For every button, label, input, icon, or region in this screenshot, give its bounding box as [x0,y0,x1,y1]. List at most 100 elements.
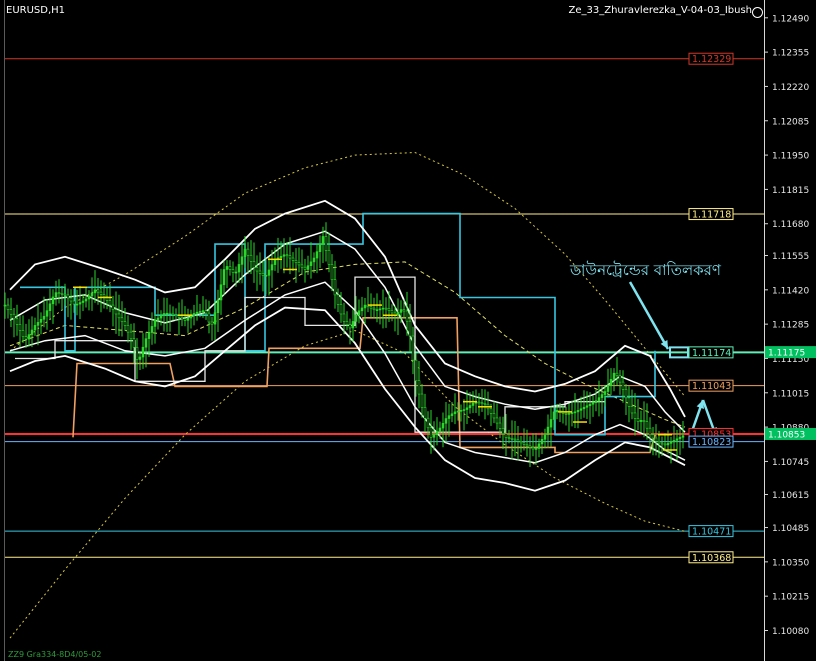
candle-body [141,346,145,358]
candle-body [519,441,523,444]
price-chart[interactable]: 1.12329 1.11718 1.11174 1.11043 1.10853 1.108… [0,0,816,661]
annotation-text: ডাউনট্রেন্ডের বাতিলকরণ [570,261,721,279]
candle-body [69,297,73,302]
candle-body [669,441,673,444]
candle-body [180,316,184,320]
candle-body [600,394,604,398]
candle-body [198,311,202,313]
candle-body [438,427,442,432]
candle-body [159,315,163,319]
band-lines [9,199,686,492]
candle-body [423,407,427,419]
level-labels: 1.123291.117181.111741.110431.108531.108… [688,52,734,564]
candle-body [222,269,226,286]
candle-body [606,385,610,392]
candle-body [384,307,388,310]
candle-body [678,436,682,440]
candle-body [681,435,685,438]
candle-body [417,380,421,395]
candle-body [537,443,541,449]
axis-tick-label: 1.11555 [772,252,809,262]
candle-body [516,439,520,442]
candle-body [15,318,19,325]
candle-body [231,269,235,273]
candle-body [291,257,295,261]
candle-body [375,309,379,311]
axis-tick-label: 1.11815 [772,186,809,196]
candle-body [72,300,76,305]
candle-body [360,307,364,312]
candle-body [672,440,676,443]
candle-body [351,321,355,329]
candle-body [333,279,337,296]
candle-body [138,356,142,360]
candle-body [324,236,328,251]
plot-area[interactable]: 1.123291.117181.111741.110431.108531.108… [3,0,765,661]
candle-body [429,427,433,438]
candle-body [303,266,307,270]
candle-body [501,428,505,435]
candle-body [624,388,628,399]
candle-body [447,415,451,419]
candle-body [219,284,223,301]
candle-body [42,315,46,320]
candle-body [63,293,67,296]
smiley-icon [752,7,763,18]
candle-body [543,434,547,440]
candle-body [450,413,454,416]
axis-tick-label: 1.12220 [772,83,809,93]
axis-tick-label: 1.11015 [772,389,809,399]
axis-tick-label: 1.12490 [772,14,809,24]
candle-body [144,338,148,348]
candle-body [33,325,37,331]
candle-body [546,426,550,436]
axis-tick-label: 1.11680 [772,220,809,230]
candle-body [78,302,82,305]
level-label: 1.10471 [692,527,731,538]
level-label: 1.10368 [692,553,731,564]
candle-body [147,332,151,339]
candle-body [3,304,7,307]
candle-body [210,321,214,325]
candle-body [123,321,127,326]
candle-body [51,296,55,305]
candle-body [549,419,553,428]
candle-body [357,310,361,316]
axis-tick-label: 1.11950 [772,152,809,162]
candle-body [465,407,469,410]
axis-tick-label: 1.10745 [772,458,809,468]
candle-body [651,434,655,439]
band-outer-upper [9,199,686,418]
chart-symbol: EURUSD,H1 [6,5,66,16]
candle-body [504,433,508,438]
candle-body [213,312,217,325]
candle-body [246,248,250,256]
candle-body [297,262,301,266]
candle-body [306,265,310,270]
candle-body [255,267,259,272]
candle-body [153,320,157,327]
candle-body [201,310,205,312]
candle-body [270,264,274,271]
candle-body [348,324,352,329]
candle-body [36,322,40,326]
axis-tick-label: 1.11420 [772,286,809,296]
candle-body [507,437,511,439]
candle-body [24,336,28,340]
candle-body [555,410,559,413]
candle-body [315,251,319,259]
candle-body [195,311,199,314]
candle-body [18,324,22,331]
axis-tick-label: 1.12085 [772,117,809,127]
candle-body [636,418,640,422]
candle-body [666,443,670,446]
candle-body [267,269,271,276]
candle-body [57,292,61,294]
band-inner-lower [9,281,686,464]
axis-tick-label: 1.10215 [772,593,809,603]
candle-body [84,298,88,302]
candle-body [327,250,331,265]
candle-body [6,304,10,310]
price-axis[interactable]: 1.12490 1.12355 1.12220 1.12085 1.11950 1.118… [764,14,816,637]
candle-body [39,319,43,323]
